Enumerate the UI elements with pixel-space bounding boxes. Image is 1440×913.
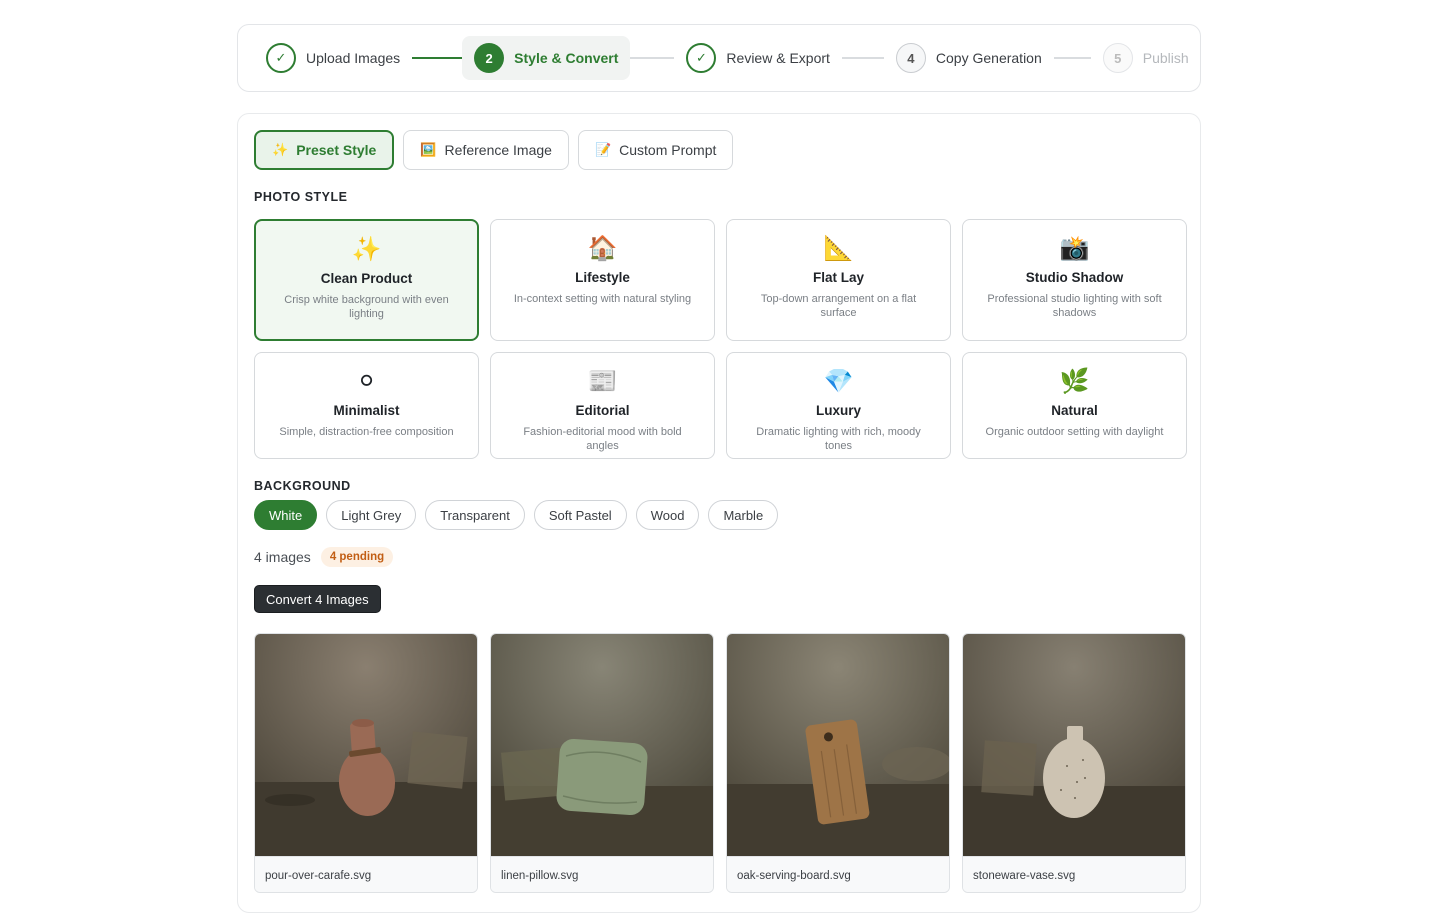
photo-style-heading: PHOTO STYLE — [254, 190, 348, 204]
style-description: Top-down arrangement on a flat surface — [760, 293, 917, 319]
style-card-flat-lay[interactable]: 📐 Flat Lay Top-down arrangement on a fla… — [726, 219, 951, 341]
image-filename: stoneware-vase.svg — [963, 856, 1185, 892]
background-chip-white[interactable]: White — [254, 500, 318, 530]
pillow-image — [491, 634, 713, 856]
style-convert-panel: ✨ Preset Style 🖼️ Reference Image 📝 Cust… — [237, 113, 1201, 913]
triangle-ruler-icon: 📐 — [823, 235, 854, 262]
step-review-export[interactable]: ✓ Review & Export — [674, 36, 841, 80]
tab-custom-prompt[interactable]: 📝 Custom Prompt — [577, 130, 734, 170]
image-filename: pour-over-carafe.svg — [255, 856, 477, 892]
background-chip-marble[interactable]: Marble — [708, 500, 779, 530]
style-description: Professional studio lighting with soft s… — [987, 293, 1162, 319]
style-description: Fashion-editorial mood with bold angles — [523, 426, 682, 452]
style-description: Dramatic lighting with rich, moody tones — [756, 426, 921, 452]
tab-label: Custom Prompt — [619, 142, 717, 158]
photo-style-grid: ✨ Clean Product Crisp white background w… — [254, 219, 1187, 459]
progress-stepper: ✓ Upload Images 2 Style & Convert ✓ Revi… — [237, 24, 1201, 92]
vase-image — [963, 634, 1185, 856]
style-name: Flat Lay — [812, 270, 864, 285]
step-style-convert[interactable]: 2 Style & Convert — [462, 36, 631, 80]
background-options: White Light Grey Transparent Soft Pastel… — [254, 500, 779, 530]
pending-badge: 4 pending — [320, 547, 394, 567]
sparkles-icon: ✨ — [351, 236, 382, 263]
style-description: Organic outdoor setting with daylight — [985, 426, 1164, 438]
step-connector — [841, 57, 884, 59]
style-description: Crisp white background with even lightin… — [284, 294, 449, 320]
background-heading: BACKGROUND — [254, 479, 351, 493]
style-name: Minimalist — [333, 403, 400, 418]
sparkles-icon: ✨ — [272, 142, 289, 157]
check-icon: ✓ — [686, 43, 717, 73]
carafe-image — [255, 634, 477, 856]
step-label: Upload Images — [306, 50, 401, 66]
tab-label: Reference Image — [444, 142, 552, 158]
style-name: Lifestyle — [575, 270, 630, 285]
style-card-editorial[interactable]: 📰 Editorial Fashion-editorial mood with … — [490, 352, 715, 459]
white-circle-icon: ⚪ — [356, 368, 377, 395]
image-card[interactable]: oak-serving-board.svg — [726, 633, 950, 893]
house-icon: 🏠 — [587, 235, 618, 262]
step-number: 2 — [474, 43, 505, 73]
image-summary: 4 images 4 pending — [254, 547, 394, 567]
background-chip-light-grey[interactable]: Light Grey — [326, 500, 417, 530]
background-chip-transparent[interactable]: Transparent — [425, 500, 525, 530]
style-name: Natural — [1051, 403, 1098, 418]
step-copy-generation[interactable]: 4 Copy Generation — [884, 36, 1054, 80]
step-label: Publish — [1142, 50, 1189, 66]
step-connector — [412, 57, 463, 59]
image-filename: linen-pillow.svg — [491, 856, 713, 892]
background-chip-soft-pastel[interactable]: Soft Pastel — [533, 500, 627, 530]
style-name: Luxury — [815, 403, 861, 418]
style-card-clean-product[interactable]: ✨ Clean Product Crisp white background w… — [254, 219, 479, 341]
style-card-studio-shadow[interactable]: 📸 Studio Shadow Professional studio ligh… — [962, 219, 1187, 341]
image-filename: oak-serving-board.svg — [727, 856, 949, 892]
step-label: Review & Export — [726, 50, 830, 66]
tab-label: Preset Style — [296, 142, 377, 158]
step-label: Copy Generation — [935, 50, 1042, 66]
picture-icon: 🖼️ — [420, 142, 437, 157]
image-card[interactable]: stoneware-vase.svg — [962, 633, 1186, 893]
step-upload-images[interactable]: ✓ Upload Images — [254, 36, 412, 80]
camera-flash-icon: 📸 — [1059, 235, 1090, 262]
style-card-lifestyle[interactable]: 🏠 Lifestyle In-context setting with natu… — [490, 219, 715, 341]
check-icon: ✓ — [266, 43, 296, 73]
convert-images-button[interactable]: Convert 4 Images — [254, 585, 381, 613]
style-card-luxury[interactable]: 💎 Luxury Dramatic lighting with rich, mo… — [726, 352, 951, 459]
step-number: 4 — [895, 43, 926, 73]
step-connector — [1053, 57, 1091, 59]
background-chip-wood[interactable]: Wood — [635, 500, 700, 530]
serving-board-image — [727, 634, 949, 856]
step-number: 5 — [1102, 43, 1133, 73]
style-description: Simple, distraction-free composition — [279, 426, 454, 438]
style-name: Editorial — [575, 403, 630, 418]
style-card-minimalist[interactable]: ⚪ Minimalist Simple, distraction-free co… — [254, 352, 479, 459]
herb-icon: 🌿 — [1059, 368, 1090, 395]
tab-preset-style[interactable]: ✨ Preset Style — [254, 130, 395, 170]
mode-tabs: ✨ Preset Style 🖼️ Reference Image 📝 Cust… — [254, 130, 734, 170]
gem-icon: 💎 — [823, 368, 854, 395]
tab-reference-image[interactable]: 🖼️ Reference Image — [403, 130, 569, 170]
step-publish: 5 Publish — [1091, 36, 1201, 80]
style-card-natural[interactable]: 🌿 Natural Organic outdoor setting with d… — [962, 352, 1187, 459]
step-connector — [630, 57, 675, 59]
pillow-shape — [556, 738, 648, 816]
newspaper-icon: 📰 — [587, 368, 618, 395]
image-card[interactable]: pour-over-carafe.svg — [254, 633, 478, 893]
style-description: In-context setting with natural styling — [513, 293, 692, 305]
style-name: Studio Shadow — [1025, 270, 1124, 285]
style-name: Clean Product — [320, 271, 413, 286]
image-grid: pour-over-carafe.svg linen-pillow.svg oa… — [254, 633, 1186, 893]
memo-icon: 📝 — [594, 142, 612, 157]
image-count: 4 images — [254, 549, 311, 565]
image-card[interactable]: linen-pillow.svg — [490, 633, 714, 893]
step-label: Style & Convert — [514, 50, 619, 66]
